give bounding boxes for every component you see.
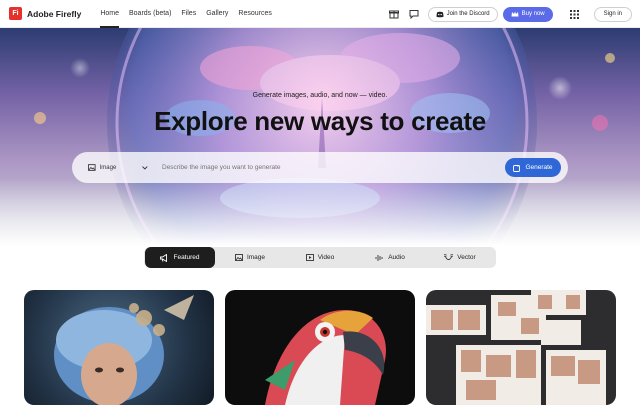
header-actions: Join the Discord Buy now Sign in [386,0,632,28]
generate-icon [513,164,521,172]
hero-crystal-ball-image [0,28,640,246]
image-icon [235,254,243,261]
main-nav: Home Boards (beta) Files Gallery Resourc… [95,0,277,28]
audio-icon [375,254,383,261]
tab-vector[interactable]: Vector [425,247,495,268]
megaphone-icon [160,253,168,262]
nav-gallery[interactable]: Gallery [201,0,233,28]
chevron-down-icon [142,165,148,170]
apps-grid-icon[interactable] [567,6,583,22]
tab-image[interactable]: Image [215,247,285,268]
parrot-image [265,310,386,405]
tab-featured[interactable]: Featured [145,247,215,268]
media-type-label: Image [99,164,117,171]
generate-label: Generate [525,164,553,171]
gallery-card-portrait[interactable] [24,290,214,405]
tab-featured-label: Featured [173,254,200,261]
join-discord-label: Join the Discord [446,11,490,17]
tab-audio-label: Audio [388,254,405,261]
hero-banner: Generate images, audio, and now — video.… [0,28,640,246]
tab-image-label: Image [246,254,266,261]
hero-subtitle: Generate images, audio, and now — video. [252,92,388,99]
hero-title: Explore new ways to create [154,106,486,136]
nav-boards[interactable]: Boards (beta) [124,0,176,28]
generate-button[interactable]: Generate [505,158,561,177]
blue-haired-child-image [54,295,194,405]
nav-resources[interactable]: Resources [233,0,276,28]
crown-icon [511,11,519,17]
tab-video-label: Video [317,254,335,261]
join-discord-button[interactable]: Join the Discord [427,6,498,22]
content-tabs: Featured Image Video Audio Vector [144,247,496,268]
nav-home[interactable]: Home [95,0,124,28]
interior-collage-image [426,290,606,405]
feedback-icon[interactable] [406,6,422,22]
gallery-card-parrot[interactable] [225,290,415,405]
gift-icon[interactable] [386,6,402,22]
prompt-input[interactable] [162,164,505,171]
prompt-bar: Image Generate [72,152,568,183]
nav-files[interactable]: Files [176,0,201,28]
video-icon [305,254,314,261]
tab-vector-label: Vector [457,254,476,261]
buy-now-label: Buy now [521,11,545,17]
top-navigation-bar: Fi Adobe Firefly Home Boards (beta) File… [0,0,640,28]
media-type-select[interactable]: Image [88,164,148,171]
tab-audio[interactable]: Audio [355,247,425,268]
brand-name: Adobe Firefly [27,8,82,19]
firefly-logo: Fi [9,7,22,20]
image-icon [88,164,96,171]
buy-now-button[interactable]: Buy now [502,6,553,22]
vector-icon [444,253,454,260]
discord-icon [435,11,444,17]
tab-video[interactable]: Video [285,247,355,268]
gallery-card-interiors[interactable] [426,290,616,405]
sign-in-button[interactable]: Sign in [593,6,632,22]
brand[interactable]: Fi Adobe Firefly [9,7,81,20]
